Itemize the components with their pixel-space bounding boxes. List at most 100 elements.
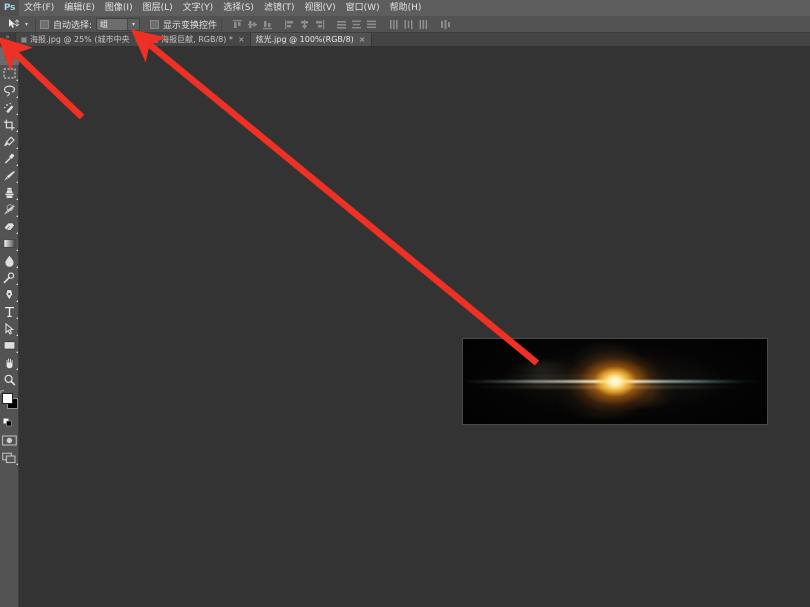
tool-submenu-indicator — [15, 164, 18, 166]
distribute-vertical-centers-button[interactable] — [349, 17, 364, 31]
history-brush-tool[interactable] — [0, 201, 19, 218]
hand-tool[interactable] — [0, 354, 19, 371]
tool-submenu-indicator — [15, 96, 18, 98]
tool-submenu-indicator — [15, 334, 18, 336]
menu-image[interactable]: 图像(I) — [100, 0, 138, 16]
align-buttons-group — [230, 17, 453, 31]
options-bar: ▾ 自动选择: 组 ▾ 显示变换控件 — [0, 16, 810, 33]
distribute-top-edges-button[interactable] — [334, 17, 349, 31]
tool-submenu-indicator — [15, 463, 18, 465]
tool-submenu-indicator — [15, 300, 18, 302]
tool-submenu-indicator — [15, 181, 18, 183]
flare-vignette — [463, 339, 767, 424]
distribute-left-edges-button[interactable] — [386, 17, 401, 31]
tool-preset-chevron-icon[interactable]: ▾ — [22, 17, 31, 32]
move-tool-icon[interactable] — [4, 17, 22, 32]
tool-submenu-indicator — [15, 266, 18, 268]
color-swatches — [0, 390, 19, 412]
menu-help[interactable]: 帮助(H) — [385, 0, 427, 16]
align-horizontal-centers-button[interactable] — [297, 17, 312, 31]
align-vertical-centers-button[interactable] — [245, 17, 260, 31]
auto-select-label: 自动选择: — [53, 20, 93, 31]
tool-submenu-indicator — [15, 351, 18, 353]
close-icon[interactable]: × — [238, 35, 245, 44]
tool-submenu-indicator — [15, 249, 18, 251]
align-left-edges-button[interactable] — [282, 17, 297, 31]
menu-layer[interactable]: 图层(L) — [138, 0, 178, 16]
screen-mode-button[interactable] — [0, 449, 19, 466]
tool-submenu-indicator — [15, 232, 18, 234]
default-colors-icon[interactable] — [2, 417, 16, 428]
canvas-area[interactable] — [19, 46, 810, 607]
auto-align-layers-button[interactable] — [438, 17, 453, 31]
tool-submenu-indicator — [15, 317, 18, 319]
auto-select-dropdown[interactable]: 组 ▾ — [96, 17, 141, 31]
spot-healing-brush-tool[interactable] — [0, 150, 19, 167]
pen-tool[interactable] — [0, 286, 19, 303]
menu-window[interactable]: 窗口(W) — [341, 0, 385, 16]
horizontal-type-tool[interactable] — [0, 303, 19, 320]
tool-submenu-indicator — [15, 198, 18, 200]
menu-bar: Ps 文件(F) 编辑(E) 图像(I) 图层(L) 文字(Y) 选择(S) 滤… — [0, 0, 810, 16]
options-divider — [35, 17, 36, 31]
brush-tool[interactable] — [0, 167, 19, 184]
close-icon[interactable]: × — [134, 35, 141, 44]
eyedropper-tool[interactable] — [0, 133, 19, 150]
document-icon — [152, 36, 159, 43]
menu-edit[interactable]: 编辑(E) — [59, 0, 100, 16]
menu-view[interactable]: 视图(V) — [299, 0, 340, 16]
auto-select-value: 组 — [100, 19, 109, 29]
menu-file[interactable]: 文件(F) — [19, 0, 59, 16]
photoshop-logo-icon: Ps — [0, 0, 19, 16]
document-tab-3[interactable]: 炫光.jpg @ 100%(RGB/8) × — [250, 33, 372, 46]
align-top-edges-button[interactable] — [230, 17, 245, 31]
blur-tool[interactable] — [0, 252, 19, 269]
document-tab-1[interactable]: 海报.jpg @ 25% (城市中央 × — [16, 33, 148, 46]
tool-submenu-indicator — [15, 130, 18, 132]
align-right-edges-button[interactable] — [312, 17, 327, 31]
tool-submenu-indicator — [15, 368, 18, 370]
tool-submenu-indicator — [15, 215, 18, 217]
rectangle-tool[interactable] — [0, 337, 19, 354]
menu-type[interactable]: 文字(Y) — [178, 0, 219, 16]
document-tab-1-title: 海报.jpg @ 25% (城市中央 — [30, 35, 130, 44]
document-window-xuanguang[interactable] — [462, 338, 768, 425]
eraser-tool[interactable] — [0, 218, 19, 235]
document-tab-2[interactable]: 海报巨献, RGB/8) * × — [147, 33, 251, 46]
auto-select-checkbox[interactable] — [40, 19, 49, 29]
lens-flare-image — [463, 339, 767, 424]
document-tab-bar: » 海报.jpg @ 25% (城市中央 × 海报巨献, RGB/8) * × … — [0, 33, 810, 46]
rectangular-marquee-tool[interactable] — [0, 65, 19, 82]
crop-tool[interactable] — [0, 116, 19, 133]
quick-mask-mode-button[interactable] — [0, 432, 19, 449]
chevron-down-icon: ▾ — [127, 18, 140, 30]
menu-filter[interactable]: 滤镜(T) — [259, 0, 300, 16]
lasso-tool[interactable] — [0, 82, 19, 99]
distribute-right-edges-button[interactable] — [416, 17, 431, 31]
gradient-tool[interactable] — [0, 235, 19, 252]
distribute-horizontal-centers-button[interactable] — [401, 17, 416, 31]
clone-stamp-tool[interactable] — [0, 184, 19, 201]
show-transform-controls-label: 显示变换控件 — [163, 20, 218, 31]
tool-submenu-indicator — [15, 147, 18, 149]
path-selection-tool[interactable] — [0, 320, 19, 337]
tool-submenu-indicator — [15, 79, 18, 81]
move-tool[interactable] — [0, 48, 19, 65]
tools-panel — [0, 46, 19, 607]
tool-submenu-indicator — [15, 283, 18, 285]
tool-submenu-indicator — [15, 113, 18, 115]
show-transform-controls-checkbox[interactable] — [150, 19, 160, 29]
zoom-tool[interactable] — [0, 371, 19, 388]
quick-selection-tool[interactable] — [0, 99, 19, 116]
document-tab-2-title: 海报巨献, RGB/8) * — [161, 35, 233, 44]
document-tab-3-title: 炫光.jpg @ 100%(RGB/8) — [255, 35, 354, 44]
photoshop-window: Ps 文件(F) 编辑(E) 图像(I) 图层(L) 文字(Y) 选择(S) 滤… — [0, 0, 810, 607]
menu-select[interactable]: 选择(S) — [218, 0, 259, 16]
align-bottom-edges-button[interactable] — [260, 17, 275, 31]
distribute-bottom-edges-button[interactable] — [364, 17, 379, 31]
tab-overflow-icon[interactable]: » — [0, 33, 16, 46]
close-icon[interactable]: × — [359, 35, 366, 44]
dodge-tool[interactable] — [0, 269, 19, 286]
document-icon — [21, 36, 27, 43]
foreground-color-swatch[interactable] — [1, 393, 13, 404]
